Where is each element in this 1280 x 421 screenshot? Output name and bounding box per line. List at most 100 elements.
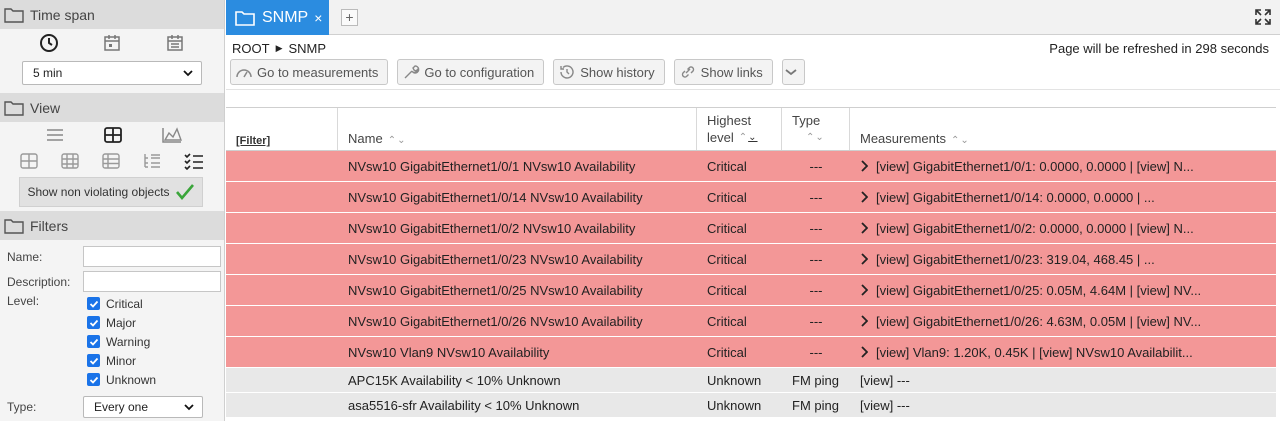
chevron-right-icon[interactable] [860,191,868,203]
row-type: --- [809,251,823,267]
list-lines-icon[interactable] [45,126,65,144]
go-to-configuration-label: Go to configuration [424,64,535,80]
type-filter-label: Type: [7,399,37,414]
row-level: Unknown [707,372,762,388]
table-row[interactable]: NVsw10 Vlan9 NVsw10 Availability Critica… [226,337,1276,368]
type-filter-value: Every one [94,399,149,414]
table-row[interactable]: NVsw10 GigabitEthernet1/0/14 NVsw10 Avai… [226,182,1276,213]
go-to-measurements-button[interactable]: Go to measurements [230,59,389,85]
show-non-violating-button[interactable]: Show non violating objects [19,177,203,207]
tab-snmp[interactable]: SNMP × [226,0,329,35]
grid-nine-icon[interactable] [60,152,80,170]
view-header[interactable]: View [0,93,224,122]
sort-icon[interactable]: ⌃⌄ [806,129,825,146]
tree-list-icon[interactable] [142,152,162,170]
show-links-button[interactable]: Show links [673,59,773,85]
area-chart-icon[interactable] [161,126,183,144]
row-measurements-text[interactable]: [view] GigabitEthernet1/0/14: 0.0000, 0.… [876,190,1155,205]
time-span-header[interactable]: Time span [0,0,224,29]
row-measurements-text[interactable]: [view] GigabitEthernet1/0/23: 319.04, 46… [876,252,1155,267]
calendar-icon[interactable] [102,33,122,53]
table-row[interactable]: asa5516-sfr Availability < 10% Unknown U… [226,393,1276,418]
row-name[interactable]: NVsw10 GigabitEthernet1/0/23 NVsw10 Avai… [338,252,697,267]
checkbox-checked-icon [87,373,100,386]
column-name-label: Name [348,131,383,146]
column-name[interactable]: Name ⌃⌄ [338,108,697,150]
chevron-right-icon[interactable] [860,284,868,296]
breadcrumb-root[interactable]: ROOT [232,41,270,56]
row-measurements-text[interactable]: [view] GigabitEthernet1/0/25: 0.05M, 4.6… [876,283,1201,298]
add-tab-button[interactable]: + [341,9,358,26]
sort-icon[interactable]: ⌃⌄ [739,129,758,146]
tab-close-button[interactable]: × [314,10,322,26]
description-filter-input[interactable] [83,271,221,292]
row-measurements-text[interactable]: [view] GigabitEthernet1/0/2: 0.0000, 0.0… [876,221,1194,236]
table-row[interactable]: NVsw10 GigabitEthernet1/0/2 NVsw10 Avail… [226,213,1276,244]
filters-header[interactable]: Filters [0,211,224,240]
chevron-right-icon[interactable] [860,346,868,358]
row-type: --- [809,282,823,298]
level-checkbox-warning[interactable]: Warning [0,332,224,351]
row-name[interactable]: NVsw10 GigabitEthernet1/0/26 NVsw10 Avai… [338,314,697,329]
row-name[interactable]: APC15K Availability < 10% Unknown [338,373,697,388]
level-filter-label: Level: [7,294,40,308]
column-highest-label-1: Highest [707,113,752,128]
row-measurements-text[interactable]: [view] GigabitEthernet1/0/26: 4.63M, 0.0… [876,314,1201,329]
row-measurements-text[interactable]: [view] Vlan9: 1.20K, 0.45K | [view] NVsw… [876,345,1193,360]
row-name[interactable]: asa5516-sfr Availability < 10% Unknown [338,398,697,413]
type-filter-select[interactable]: Every one [83,395,203,418]
table-row[interactable]: NVsw10 GigabitEthernet1/0/25 NVsw10 Avai… [226,275,1276,306]
table-row[interactable]: APC15K Availability < 10% Unknown Unknow… [226,368,1276,393]
checklist-icon[interactable] [183,152,205,170]
calendar-range-icon[interactable] [165,33,185,53]
row-name[interactable]: NVsw10 GigabitEthernet1/0/2 NVsw10 Avail… [338,221,697,236]
chevron-right-icon[interactable] [860,315,868,327]
view-modes-row-1 [0,122,224,148]
table-icon[interactable] [101,152,121,170]
table-row[interactable]: NVsw10 GigabitEthernet1/0/26 NVsw10 Avai… [226,306,1276,337]
more-actions-dropdown[interactable] [781,59,805,85]
time-span-select[interactable]: 5 min [22,61,202,85]
expand-icon[interactable] [1254,8,1272,26]
row-level: Critical [707,220,747,236]
name-filter-input[interactable] [83,246,221,267]
grid-four-icon[interactable] [19,152,39,170]
row-measurements[interactable]: [view] Vlan9: 1.20K, 0.45K | [view] NVsw… [850,345,1276,360]
go-to-configuration-button[interactable]: Go to configuration [397,59,545,85]
row-name[interactable]: NVsw10 GigabitEthernet1/0/25 NVsw10 Avai… [338,283,697,298]
sort-icon[interactable]: ⌃⌄ [951,135,970,146]
row-measurements-text[interactable]: [view] GigabitEthernet1/0/1: 0.0000, 0.0… [876,159,1194,174]
chevron-right-icon[interactable] [860,253,868,265]
row-measurements[interactable]: [view] GigabitEthernet1/0/1: 0.0000, 0.0… [850,159,1276,174]
chevron-right-icon[interactable] [860,160,868,172]
row-name[interactable]: NVsw10 GigabitEthernet1/0/14 NVsw10 Avai… [338,190,697,205]
grid-large-icon[interactable] [103,126,123,144]
level-checkbox-minor[interactable]: Minor [0,351,224,370]
sort-icon[interactable]: ⌃⌄ [388,135,407,146]
row-name[interactable]: NVsw10 Vlan9 NVsw10 Availability [338,345,697,360]
row-measurements[interactable]: [view] GigabitEthernet1/0/23: 319.04, 46… [850,252,1276,267]
row-name[interactable]: NVsw10 GigabitEthernet1/0/1 NVsw10 Avail… [338,159,697,174]
check-icon [175,184,194,201]
row-measurements[interactable]: [view] GigabitEthernet1/0/25: 0.05M, 4.6… [850,283,1276,298]
column-highest-level[interactable]: Highest level ⌃⌄ [697,108,782,150]
row-measurements[interactable]: [view] --- [850,373,1276,388]
show-non-violating-label: Show non violating objects [27,185,170,199]
level-checkbox-unknown[interactable]: Unknown [0,370,224,389]
show-history-button[interactable]: Show history [553,59,665,85]
table-row[interactable]: NVsw10 GigabitEthernet1/0/23 NVsw10 Avai… [226,244,1276,275]
row-measurements[interactable]: [view] GigabitEthernet1/0/14: 0.0000, 0.… [850,190,1276,205]
row-measurements[interactable]: [view] GigabitEthernet1/0/2: 0.0000, 0.0… [850,221,1276,236]
chevron-right-icon[interactable] [860,222,868,234]
column-measurements[interactable]: Measurements ⌃⌄ [850,108,1276,150]
column-type[interactable]: Type ⌃⌄ [782,108,850,150]
table-row[interactable]: NVsw10 GigabitEthernet1/0/1 NVsw10 Avail… [226,151,1276,182]
clock-icon[interactable] [39,33,59,53]
filter-link[interactable]: [Filter] [226,108,338,150]
row-measurements[interactable]: [view] --- [850,398,1276,413]
level-label: Minor [106,353,137,368]
column-highest-label-2: level [707,130,734,145]
level-checkbox-major[interactable]: Major [0,313,224,332]
row-measurements[interactable]: [view] GigabitEthernet1/0/26: 4.63M, 0.0… [850,314,1276,329]
row-level: Critical [707,251,747,267]
